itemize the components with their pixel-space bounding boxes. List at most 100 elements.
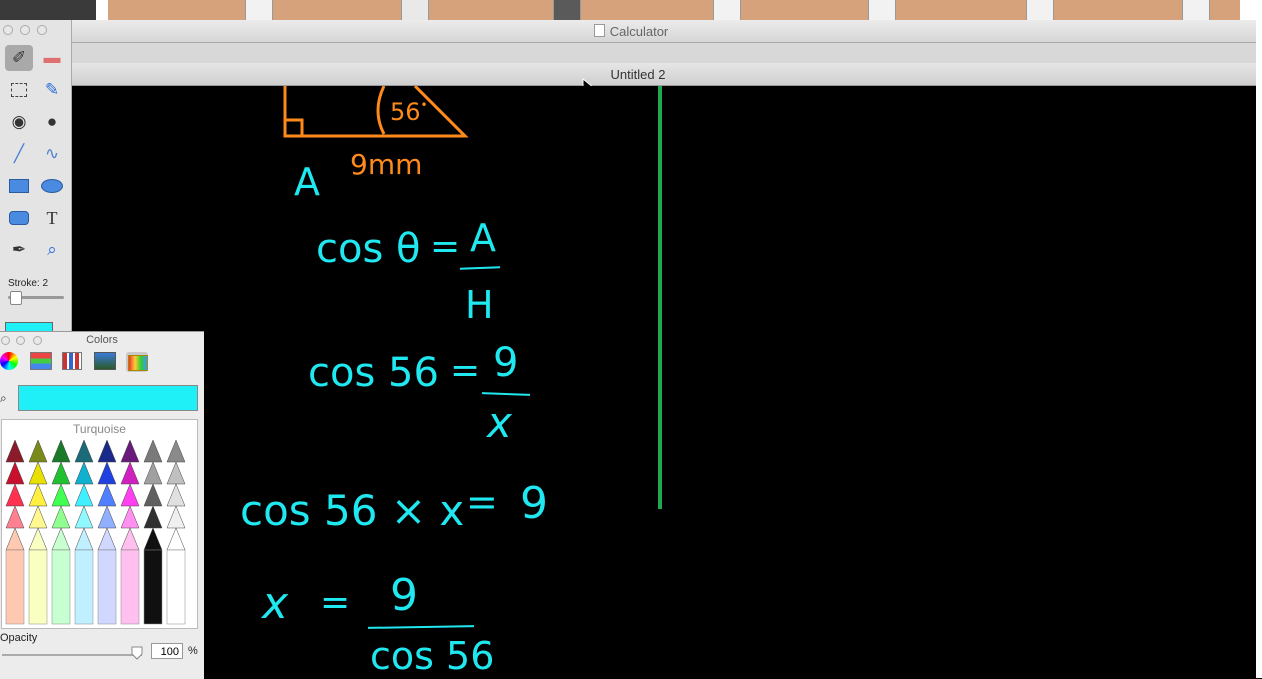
adjacent-label: A [294, 160, 320, 204]
equation-2-equals: = [450, 350, 481, 391]
crayon[interactable] [97, 527, 117, 551]
crayon[interactable] [74, 505, 94, 529]
color-palettes-tab[interactable] [62, 352, 84, 372]
crayon[interactable] [143, 439, 163, 463]
crayon[interactable] [28, 439, 48, 463]
crayon[interactable] [143, 505, 163, 529]
line-icon: ╱ [13, 144, 25, 163]
crayon[interactable] [5, 483, 25, 507]
equation-3-rhs: 9 [520, 478, 548, 529]
curve-tool[interactable]: ∿ [38, 141, 66, 167]
crayon[interactable] [120, 505, 140, 529]
image-palettes-tab[interactable] [94, 352, 116, 372]
crayon[interactable] [143, 461, 163, 485]
crayon[interactable] [28, 527, 48, 551]
bomb-tool[interactable]: ● [38, 109, 66, 135]
crayon[interactable] [166, 527, 186, 551]
crayon[interactable] [74, 461, 94, 485]
crayon[interactable] [28, 461, 48, 485]
palette-zoom-button[interactable] [37, 25, 47, 35]
window-thumbnail[interactable] [868, 0, 896, 20]
equation-2-denominator: x [487, 398, 512, 447]
palette-close-button[interactable] [3, 25, 13, 35]
crayon[interactable] [51, 461, 71, 485]
stroke-label: Stroke: 2 [8, 278, 49, 289]
crayon[interactable] [120, 461, 140, 485]
crayon-body[interactable] [143, 549, 163, 625]
crayon-body[interactable] [51, 549, 71, 625]
crayon[interactable] [166, 461, 186, 485]
crayon[interactable] [97, 483, 117, 507]
crayon[interactable] [120, 439, 140, 463]
crayon-body[interactable] [74, 549, 94, 625]
crayon[interactable] [143, 527, 163, 551]
crayons-tab[interactable] [126, 352, 148, 372]
crayon[interactable] [166, 439, 186, 463]
opacity-slider[interactable] [2, 654, 142, 656]
drawing-canvas[interactable] [72, 86, 1256, 678]
crayon[interactable] [74, 439, 94, 463]
crayon[interactable] [51, 505, 71, 529]
crayon-body[interactable] [166, 549, 186, 625]
crayon[interactable] [74, 483, 94, 507]
crayon[interactable] [97, 439, 117, 463]
crayon-body[interactable] [120, 549, 140, 625]
selected-color-field[interactable] [18, 385, 198, 411]
crayon[interactable] [51, 439, 71, 463]
zoom-tool[interactable]: ⌕ [38, 237, 66, 263]
window-thumbnail[interactable] [713, 0, 741, 20]
crayon[interactable] [5, 527, 25, 551]
calculator-title-text: Calculator [609, 24, 669, 39]
calculator-window-title: Calculator [0, 24, 1262, 39]
crayon[interactable] [120, 483, 140, 507]
window-thumbnail[interactable] [245, 0, 273, 20]
window-thumbnail[interactable] [1182, 0, 1210, 20]
crayon[interactable] [5, 461, 25, 485]
crayon-body[interactable] [97, 549, 117, 625]
crayon[interactable] [166, 483, 186, 507]
rectangle-tool[interactable] [5, 173, 33, 199]
window-thumbnail[interactable] [553, 0, 581, 20]
stroke-slider-thumb[interactable] [10, 291, 22, 305]
opacity-percent-sign: % [188, 645, 198, 657]
window-thumbnail[interactable] [401, 0, 429, 20]
palette-minimize-button[interactable] [20, 25, 30, 35]
opacity-input[interactable]: 100 [151, 643, 183, 659]
crayon[interactable] [143, 483, 163, 507]
crayon[interactable] [74, 527, 94, 551]
rounded-rect-tool[interactable] [5, 205, 33, 231]
crayon[interactable] [28, 505, 48, 529]
pencil-tool[interactable]: ✎ [38, 77, 66, 103]
document-icon [593, 24, 605, 37]
selection-tool[interactable] [5, 77, 33, 103]
crayon[interactable] [5, 505, 25, 529]
side-length-label: 9mm [350, 148, 423, 181]
crayon[interactable] [166, 505, 186, 529]
ellipse-tool[interactable] [38, 173, 66, 199]
text-tool[interactable]: T [38, 205, 66, 231]
crayon[interactable] [120, 527, 140, 551]
window-thumbnail[interactable] [1026, 0, 1054, 20]
color-sliders-tab[interactable] [30, 352, 52, 372]
color-wheel-tab[interactable] [0, 352, 22, 372]
magnifier-icon: ⌕ [47, 240, 57, 259]
calculator-window-titlebar[interactable]: Calculator [0, 20, 1262, 43]
crayon[interactable] [51, 483, 71, 507]
brush-tool[interactable]: ✐ [5, 45, 33, 71]
crayon[interactable] [97, 461, 117, 485]
fill-tool[interactable]: ◉ [5, 109, 33, 135]
crayon[interactable] [28, 483, 48, 507]
crayon-body[interactable] [28, 549, 48, 625]
crayon-body[interactable] [5, 549, 25, 625]
crayon[interactable] [51, 527, 71, 551]
ellipse-icon [41, 179, 63, 193]
equation-4-denominator: cos 56 [370, 634, 495, 678]
line-tool[interactable]: ╱ [5, 141, 33, 167]
eraser-tool[interactable]: ▬ [38, 45, 66, 71]
crayon[interactable] [5, 439, 25, 463]
crayon[interactable] [97, 505, 117, 529]
document-window-titlebar[interactable]: Untitled 2 [0, 63, 1256, 86]
eyedropper-tool[interactable]: ✒ [5, 237, 33, 263]
opacity-slider-thumb[interactable] [131, 646, 143, 660]
strip-gap [1240, 0, 1262, 20]
